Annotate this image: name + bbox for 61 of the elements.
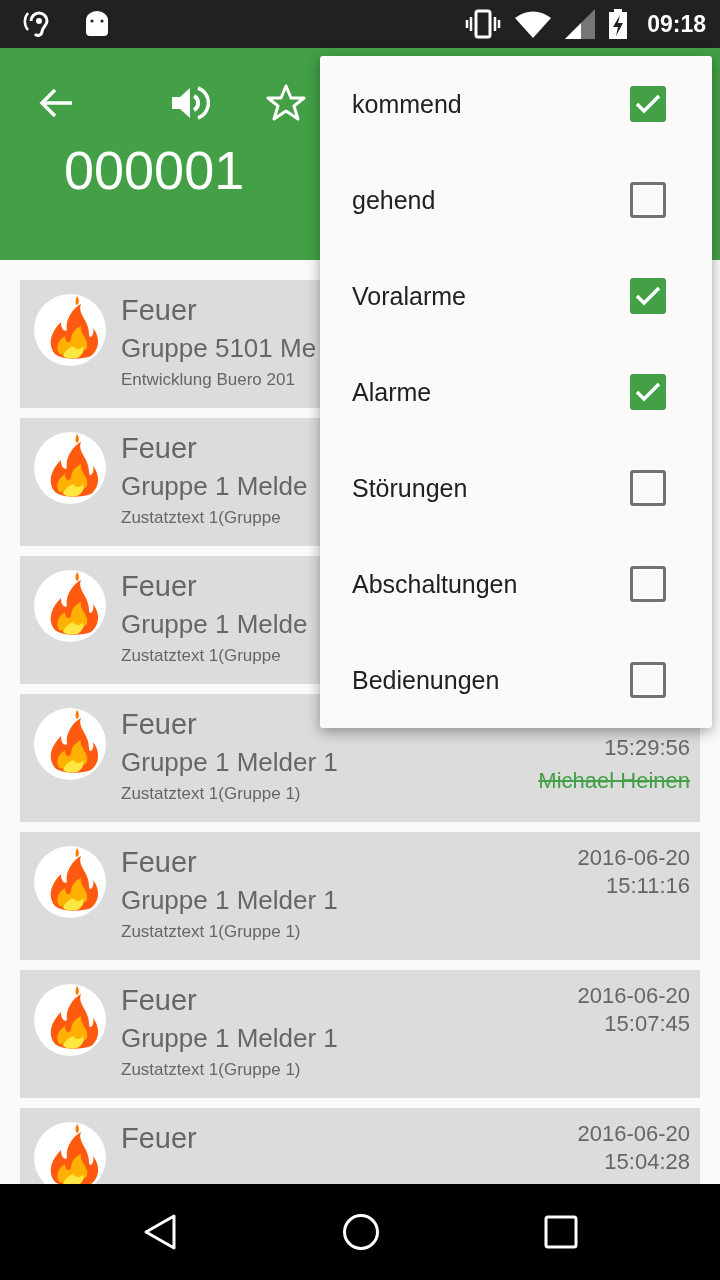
alarm-card[interactable]: Feuer Gruppe 1 Melder 1 Zustatztext 1(Gruppe 1) 2016-06-20 15:07:45 [20,970,700,1098]
checkbox[interactable] [630,182,666,218]
checkbox[interactable] [630,86,666,122]
alarm-location: Gruppe 1 Melde [121,608,308,641]
speaker-button[interactable] [170,84,210,122]
flame-icon [33,844,107,920]
alarm-date: 2016-06-20 [577,1120,690,1148]
filter-menu-item[interactable]: Alarme [320,344,712,440]
filter-menu-item[interactable]: Abschaltungen [320,536,712,632]
filter-menu-item[interactable]: Voralarme [320,248,712,344]
alarm-location: Gruppe 5101 Me [121,332,317,365]
alarm-type: Feuer [121,569,197,604]
alarm-detail: Zustatztext 1(Gruppe 1) [121,783,301,805]
alarm-card[interactable]: Feuer Gruppe 1 Melder 1 Zustatztext 1(Gruppe 1) 2016-06-20 15:11:16 [20,832,700,960]
alarm-detail: Zustatztext 1(Gruppe 1) [121,1059,301,1081]
alarm-detail: Entwicklung Buero 201 [121,369,295,391]
alarm-detail: Zustatztext 1(Gruppe 1) [121,921,301,943]
alarm-date: 2016-06-20 [577,982,690,1010]
operator-name: Michael Heinen [538,767,690,795]
clock: 09:18 [647,10,706,38]
star-button[interactable] [266,83,306,123]
alarm-time: 15:07:45 [604,1010,690,1038]
signal-icon [565,9,596,39]
checkbox[interactable] [630,374,666,410]
alarm-time: 15:11:16 [606,872,690,900]
alarm-location: Gruppe 1 Melder 1 [121,1022,338,1055]
alarm-detail: Zustatztext 1(Gruppe [121,645,281,667]
flame-icon [33,982,107,1058]
checkbox[interactable] [630,566,666,602]
flame-icon [33,568,107,644]
alarm-location: Gruppe 1 Melder 1 [121,884,338,917]
back-button[interactable] [38,87,74,119]
back-nav-button[interactable] [142,1213,178,1251]
flame-icon [33,706,107,782]
alarm-date: 2016-06-20 [577,844,690,872]
alarm-location: Gruppe 1 Melder 1 [121,746,338,779]
vibrate-icon [465,9,502,39]
alarm-location: Gruppe 1 Melde [121,470,308,503]
wifi-icon [515,10,552,38]
battery-charging-icon [609,9,628,39]
alarm-type: Feuer [121,845,197,880]
filter-menu-item[interactable]: kommend [320,56,712,152]
alarm-card[interactable]: Feuer 2016-06-20 15:04:28 [20,1108,700,1184]
alarm-time: 15:29:56 [604,734,690,762]
filter-menu-item[interactable]: Störungen [320,440,712,536]
home-nav-button[interactable] [342,1213,380,1251]
checkbox[interactable] [630,278,666,314]
checkbox[interactable] [630,470,666,506]
alarm-type: Feuer [121,1121,197,1156]
alarm-time: 15:04:28 [604,1148,690,1176]
alarm-type: Feuer [121,293,197,328]
flame-icon [33,292,107,368]
alarm-type: Feuer [121,431,197,466]
alarm-type: Feuer [121,983,197,1018]
alarm-detail: Zustatztext 1(Gruppe [121,507,281,529]
filter-menu-item[interactable]: gehend [320,152,712,248]
flame-icon [33,430,107,506]
checkbox[interactable] [630,662,666,698]
alarm-type: Feuer [121,707,197,742]
toolbar-title: 000001 [64,140,246,200]
recents-nav-button[interactable] [544,1215,578,1249]
